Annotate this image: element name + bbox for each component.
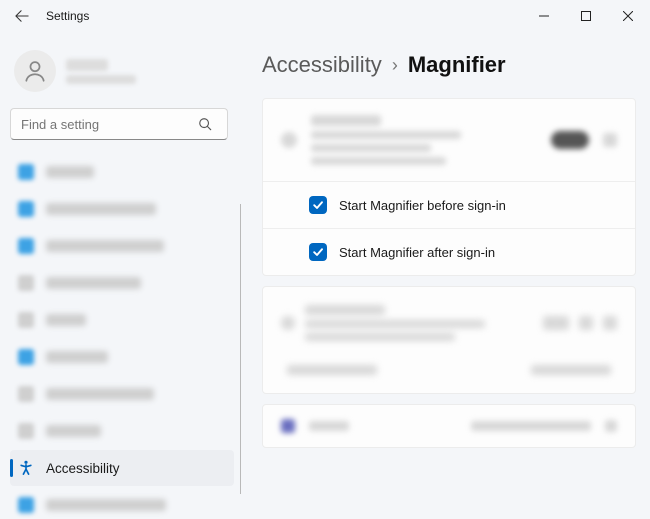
- sidebar-item[interactable]: [10, 265, 234, 301]
- user-account-row[interactable]: [10, 44, 234, 106]
- breadcrumb-parent[interactable]: Accessibility: [262, 52, 382, 78]
- maximize-button[interactable]: [566, 2, 606, 30]
- option-label: Start Magnifier before sign-in: [339, 198, 506, 213]
- nav-icon-blurred: [18, 349, 34, 365]
- close-icon: [623, 11, 633, 21]
- sidebar-item[interactable]: [10, 154, 234, 190]
- nav-list: Accessibility: [10, 154, 234, 519]
- sidebar-item[interactable]: [10, 413, 234, 449]
- arrow-left-icon: [15, 9, 29, 23]
- sidebar-item[interactable]: [10, 339, 234, 375]
- checkbox-before-signin[interactable]: [309, 196, 327, 214]
- settings-window: Settings: [0, 0, 650, 519]
- setting-card: Start Magnifier before sign-in Start Mag…: [262, 98, 636, 276]
- nav-icon-blurred: [18, 201, 34, 217]
- maximize-icon: [581, 11, 591, 21]
- nav-icon-blurred: [18, 497, 34, 513]
- nav-icon-blurred: [18, 423, 34, 439]
- search-input[interactable]: [10, 108, 228, 140]
- sidebar-item-accessibility[interactable]: Accessibility: [10, 450, 234, 486]
- search-container: [10, 108, 230, 140]
- main-content: Accessibility › Magnifier: [240, 32, 650, 519]
- sidebar-item[interactable]: [10, 228, 234, 264]
- option-label: Start Magnifier after sign-in: [339, 245, 495, 260]
- sidebar-item-label: Accessibility: [46, 461, 120, 476]
- sidebar: Accessibility: [0, 32, 240, 519]
- page-title: Magnifier: [408, 52, 506, 78]
- card-header-blurred: [263, 99, 635, 181]
- minimize-button[interactable]: [524, 2, 564, 30]
- option-before-signin[interactable]: Start Magnifier before sign-in: [263, 181, 635, 228]
- setting-card-blurred: [262, 404, 636, 448]
- sidebar-item[interactable]: [10, 191, 234, 227]
- avatar: [14, 50, 56, 92]
- check-icon: [312, 199, 324, 211]
- close-button[interactable]: [608, 2, 648, 30]
- minimize-icon: [539, 11, 549, 21]
- person-icon: [22, 58, 48, 84]
- sidebar-scrollbar[interactable]: [240, 204, 241, 494]
- back-button[interactable]: [10, 4, 34, 28]
- titlebar: Settings: [0, 0, 650, 32]
- nav-icon-blurred: [18, 238, 34, 254]
- setting-card-blurred: [262, 286, 636, 394]
- sidebar-item[interactable]: [10, 302, 234, 338]
- accessibility-icon: [18, 460, 34, 476]
- check-icon: [312, 246, 324, 258]
- checkbox-after-signin[interactable]: [309, 243, 327, 261]
- option-after-signin[interactable]: Start Magnifier after sign-in: [263, 228, 635, 275]
- user-email-blurred: [66, 75, 136, 84]
- breadcrumb: Accessibility › Magnifier: [262, 52, 636, 78]
- nav-icon-blurred: [18, 312, 34, 328]
- nav-icon-blurred: [18, 164, 34, 180]
- sidebar-item[interactable]: [10, 487, 234, 519]
- window-title: Settings: [46, 9, 89, 23]
- nav-icon-blurred: [18, 275, 34, 291]
- chevron-right-icon: ›: [392, 55, 398, 76]
- sidebar-item[interactable]: [10, 376, 234, 412]
- nav-icon-blurred: [18, 386, 34, 402]
- user-name-blurred: [66, 59, 108, 71]
